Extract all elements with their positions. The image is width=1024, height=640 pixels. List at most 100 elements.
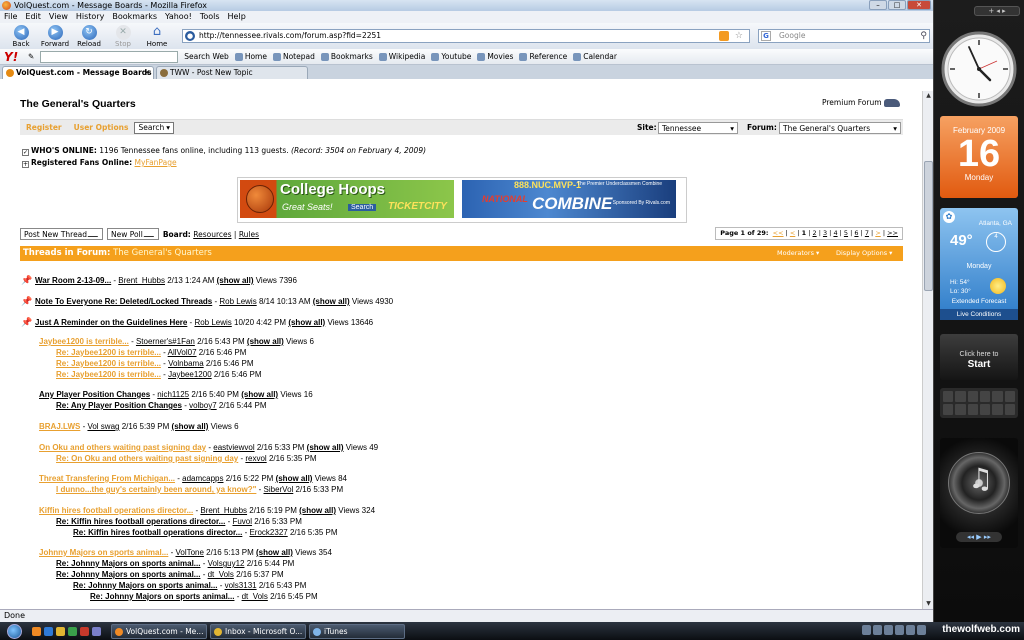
- show-all-link[interactable]: (show all): [299, 506, 336, 515]
- thread-author-link[interactable]: vols3131: [225, 581, 257, 590]
- page-4-link[interactable]: 4: [833, 229, 837, 237]
- rss-feed-icon[interactable]: [719, 31, 729, 41]
- task-itunes[interactable]: iTunes: [309, 623, 405, 639]
- ytool-youtube[interactable]: Youtube: [431, 52, 471, 61]
- tab-tww[interactable]: TWW - Post New Topic: [156, 66, 308, 79]
- media-launch-icon[interactable]: [68, 626, 77, 636]
- thread-author-link[interactable]: Erock2327: [249, 528, 287, 537]
- bookmark-star-icon[interactable]: ☆: [735, 30, 743, 42]
- register-link[interactable]: Register: [26, 123, 62, 132]
- show-all-link[interactable]: (show all): [217, 276, 254, 285]
- desktop-launch-icon[interactable]: [92, 626, 101, 636]
- thread-author-link[interactable]: SiberVol: [264, 485, 294, 494]
- thread-title-link[interactable]: Re: Johnny Majors on sports animal...: [90, 592, 234, 601]
- thread-author-link[interactable]: Fuvol: [232, 517, 252, 526]
- aol-start-button[interactable]: Start: [940, 359, 1018, 370]
- tab-close-icon[interactable]: ✕: [144, 67, 150, 79]
- ytool-wikipedia[interactable]: Wikipedia: [378, 52, 425, 61]
- tray-icon[interactable]: [895, 625, 904, 635]
- thread-title-link[interactable]: Note To Everyone Re: Deleted/Locked Thre…: [35, 297, 212, 306]
- myfanpage-link[interactable]: MyFanPage: [135, 158, 177, 167]
- url-input[interactable]: ● http://tennessee.rivals.com/forum.asp?…: [182, 29, 750, 43]
- ytool-movies[interactable]: Movies: [477, 52, 513, 61]
- show-all-link[interactable]: (show all): [276, 474, 313, 483]
- menu-file[interactable]: File: [4, 11, 17, 23]
- college-hoops-ad[interactable]: College Hoops Great Seats! Search TICKET…: [240, 180, 454, 218]
- page-3-link[interactable]: 3: [823, 229, 827, 237]
- thread-title-link[interactable]: Re: Kiffin hires football operations dir…: [73, 528, 242, 537]
- weather-gadget[interactable]: ✿ Atlanta, GA 49° 4 Monday Hi: 54° Lo: 30…: [940, 208, 1018, 320]
- ytool-reference[interactable]: Reference: [519, 52, 567, 61]
- page-next-link[interactable]: >: [875, 229, 880, 237]
- thread-title-link[interactable]: War Room 2-13-09...: [35, 276, 111, 285]
- task-outlook[interactable]: Inbox - Microsoft O...: [210, 623, 306, 639]
- thread-author-link[interactable]: Jaybee1200: [168, 370, 212, 379]
- thread-title-link[interactable]: Johnny Majors on sports animal...: [39, 548, 168, 557]
- firefox-launch-icon[interactable]: [32, 626, 41, 636]
- moderators-menu[interactable]: Moderators ▾: [777, 246, 819, 261]
- reload-button[interactable]: ↻ Reload: [72, 24, 106, 48]
- combine-ad[interactable]: 888.NUC.MVP-1 The Premier Underclassmen …: [462, 180, 676, 218]
- tab-volquest[interactable]: VolQuest.com - Message Boards ✕: [2, 66, 154, 79]
- tray-icon[interactable]: [917, 625, 926, 635]
- thread-author-link[interactable]: eastviewvol: [213, 443, 254, 452]
- show-all-link[interactable]: (show all): [256, 548, 293, 557]
- page-last-link[interactable]: >>: [887, 229, 898, 237]
- page-5-link[interactable]: 5: [844, 229, 848, 237]
- aol-radio-gadget[interactable]: Click here to Start: [940, 334, 1018, 380]
- live-conditions-bar[interactable]: Live Conditions: [940, 309, 1018, 320]
- menu-edit[interactable]: Edit: [25, 11, 41, 23]
- maximize-button[interactable]: □: [888, 0, 906, 10]
- search-input[interactable]: G Google ⚲: [758, 29, 930, 43]
- yahoo-logo-icon[interactable]: Y!: [4, 50, 22, 64]
- playback-controls[interactable]: ◂◂ ▶ ▸▸: [956, 532, 1002, 542]
- thread-title-link[interactable]: On Oku and others waiting past signing d…: [39, 443, 206, 452]
- tray-icon[interactable]: [906, 625, 915, 635]
- stop-button[interactable]: ✕ Stop: [106, 24, 140, 48]
- ytool-notepad[interactable]: Notepad: [272, 52, 315, 61]
- resources-link[interactable]: Resources: [193, 230, 231, 239]
- menu-yahoo[interactable]: Yahoo!: [165, 11, 192, 23]
- thread-title-link[interactable]: Jaybee1200 is terrible...: [39, 337, 129, 346]
- thread-title-link[interactable]: I dunno...the guy's certainly been aroun…: [56, 485, 256, 494]
- thread-author-link[interactable]: Rob Lewis: [219, 297, 256, 306]
- site-select[interactable]: Tennessee ▾: [658, 122, 738, 134]
- thread-author-link[interactable]: Vol swag: [87, 422, 119, 431]
- thread-author-link[interactable]: dt_Vols: [242, 592, 268, 601]
- show-all-link[interactable]: (show all): [247, 337, 284, 346]
- show-all-link[interactable]: (show all): [313, 297, 350, 306]
- collapse-toggle-icon[interactable]: ✓: [22, 149, 29, 156]
- show-all-link[interactable]: (show all): [307, 443, 344, 452]
- thread-author-link[interactable]: Brent_Hubbs: [200, 506, 247, 515]
- thread-author-link[interactable]: AllVol07: [168, 348, 197, 357]
- menu-bookmarks[interactable]: Bookmarks: [112, 11, 157, 23]
- vertical-scrollbar[interactable]: ▲ ▼: [922, 91, 933, 609]
- page-first-link[interactable]: <<: [773, 229, 784, 237]
- page-6-link[interactable]: 6: [854, 229, 858, 237]
- thread-author-link[interactable]: nich1125: [157, 390, 189, 399]
- page-2-link[interactable]: 2: [813, 229, 817, 237]
- thread-author-link[interactable]: Rob Lewis: [194, 318, 231, 327]
- tray-icon[interactable]: [873, 625, 882, 635]
- display-options-menu[interactable]: Display Options ▾: [836, 246, 892, 261]
- back-button[interactable]: ◀ Back: [4, 24, 38, 48]
- home-button[interactable]: ⌂ Home: [140, 24, 174, 48]
- page-7-link[interactable]: 7: [865, 229, 869, 237]
- show-all-link[interactable]: (show all): [172, 422, 209, 431]
- ytool-calendar[interactable]: Calendar: [573, 52, 617, 61]
- thread-title-link[interactable]: Re: Kiffin hires football operations dir…: [56, 517, 225, 526]
- thread-author-link[interactable]: adamcapps: [182, 474, 223, 483]
- search-icon[interactable]: ⚲: [920, 30, 927, 42]
- ytool-home[interactable]: Home: [234, 52, 267, 61]
- forward-button[interactable]: ▶ Forward: [38, 24, 72, 48]
- thread-author-link[interactable]: dt_Vols: [208, 570, 234, 579]
- ad1-search-button[interactable]: Search: [348, 204, 377, 211]
- thread-title-link[interactable]: BRAJ.LWS: [39, 422, 80, 431]
- menu-view[interactable]: View: [49, 11, 68, 23]
- menu-history[interactable]: History: [76, 11, 104, 23]
- ytool-bookmarks[interactable]: Bookmarks: [320, 52, 373, 61]
- forum-select[interactable]: The General's Quarters ▾: [779, 122, 901, 134]
- ie-launch-icon[interactable]: [44, 626, 53, 636]
- yahoo-search-input[interactable]: [40, 50, 179, 63]
- thread-title-link[interactable]: Threat Transfering From Michigan...: [39, 474, 175, 483]
